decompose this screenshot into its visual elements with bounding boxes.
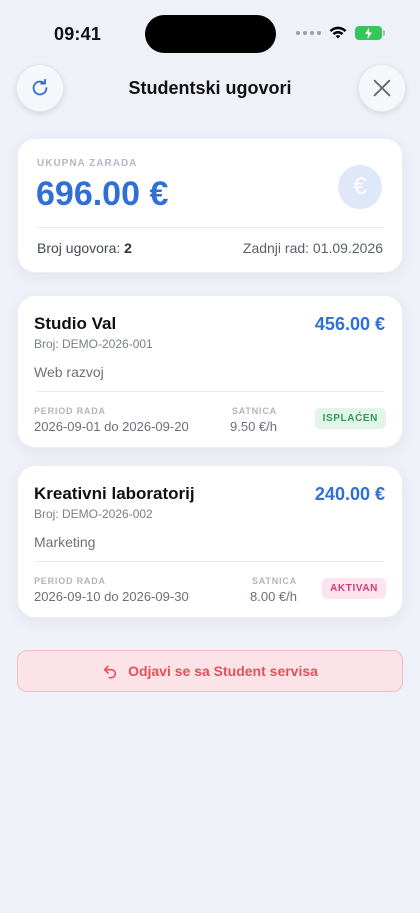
contract-number: Broj: DEMO-2026-001 xyxy=(34,337,153,351)
page-title: Studentski ugovori xyxy=(128,78,292,98)
wifi-icon xyxy=(329,26,347,39)
divider xyxy=(36,561,384,562)
contract-category: Web razvoj xyxy=(34,364,104,380)
contract-employer: Kreativni laboratorij xyxy=(34,484,195,503)
total-earnings-label: UKUPNA ZARADA xyxy=(37,158,138,169)
divider xyxy=(36,227,384,228)
dynamic-island xyxy=(145,15,276,53)
period-label: PERIOD RADA xyxy=(34,576,106,586)
contract-employer: Studio Val xyxy=(34,314,117,333)
undo-arrow-icon xyxy=(103,665,117,679)
signal-icon xyxy=(296,31,321,35)
rate-label: SATNICA xyxy=(252,576,297,586)
contract-count-label: Broj ugovora: xyxy=(37,240,121,256)
header: Studentski ugovori xyxy=(0,64,420,112)
divider xyxy=(36,391,384,392)
status-badge: AKTIVAN xyxy=(322,578,386,599)
close-button[interactable] xyxy=(358,64,406,112)
logout-label: Odjavi se sa Student servisa xyxy=(128,663,318,679)
contract-number: Broj: DEMO-2026-002 xyxy=(34,507,153,521)
status-time: 09:41 xyxy=(54,24,102,44)
contract-period: 2026-09-01 do 2026-09-20 xyxy=(34,419,189,434)
contract-card[interactable]: Kreativni laboratorij 240.00 € Broj: DEM… xyxy=(17,465,403,618)
contract-rate: 9.50 €/h xyxy=(230,419,277,434)
close-icon xyxy=(373,79,391,97)
contract-rate: 8.00 €/h xyxy=(250,589,297,604)
contract-amount: 240.00 € xyxy=(314,484,385,504)
period-label: PERIOD RADA xyxy=(34,406,106,416)
rate-label: SATNICA xyxy=(232,406,277,416)
contract-period: 2026-09-10 do 2026-09-30 xyxy=(34,589,189,604)
battery-icon xyxy=(355,26,385,40)
contract-amount: 456.00 € xyxy=(314,314,385,334)
total-earnings-amount: 696.00 € xyxy=(36,175,169,213)
contract-card[interactable]: Studio Val 456.00 € Broj: DEMO-2026-001 … xyxy=(17,295,403,448)
earnings-summary-card: UKUPNA ZARADA 696.00 € € Broj ugovora: 2… xyxy=(17,138,403,273)
contract-category: Marketing xyxy=(34,534,96,550)
logout-button[interactable]: Odjavi se sa Student servisa xyxy=(17,650,403,692)
contract-count: Broj ugovora: 2 xyxy=(37,240,132,256)
status-badge: ISPLAĆEN xyxy=(314,408,386,429)
contract-count-value: 2 xyxy=(124,240,132,256)
euro-icon: € xyxy=(338,165,382,209)
last-work-date: Zadnji rad: 01.09.2026 xyxy=(242,240,383,256)
status-icons xyxy=(296,26,385,40)
status-bar: 09:41 xyxy=(0,0,420,68)
